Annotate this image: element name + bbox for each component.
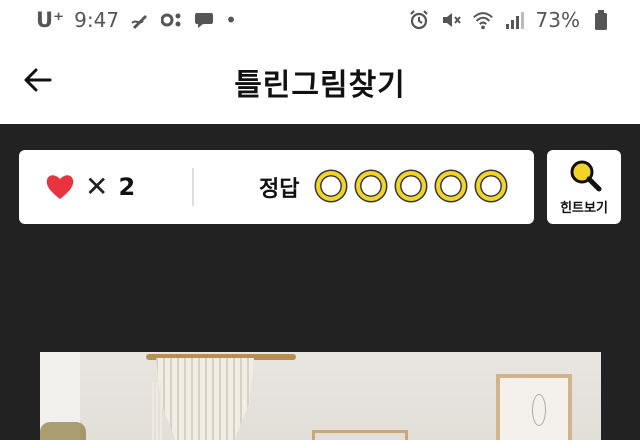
signal-icon xyxy=(504,9,526,31)
plant-shape xyxy=(40,422,86,440)
chat-notification-icon xyxy=(193,9,215,31)
game-area: ✕ 2 정답 힌트보기 xyxy=(0,124,640,440)
battery-icon xyxy=(590,9,612,31)
carrier-label: U⁺ xyxy=(36,8,65,32)
heart-icon xyxy=(46,174,74,199)
macrame-hanging xyxy=(156,358,254,440)
answer-slot-4 xyxy=(436,171,466,201)
more-notifications-dot: • xyxy=(225,8,237,32)
battery-percent: 73% xyxy=(535,8,580,32)
lives-count: 2 xyxy=(118,172,136,201)
page-title: 틀린그림찾기 xyxy=(234,68,406,103)
leaf-drawing xyxy=(532,394,546,426)
answer-slot-1 xyxy=(316,171,346,201)
leaf-picture-frame xyxy=(496,374,572,440)
link-notification-icon xyxy=(161,9,183,31)
times-symbol: ✕ xyxy=(85,170,109,203)
status-bar: U⁺ 9:47 • 73% xyxy=(0,0,640,40)
puzzle-image[interactable] xyxy=(40,352,601,440)
score-panel: ✕ 2 정답 xyxy=(19,150,534,224)
wifi-icon xyxy=(472,9,494,31)
macrame-fringe xyxy=(152,382,162,440)
answer-label: 정답 xyxy=(259,177,300,202)
answer-slot-5 xyxy=(476,171,506,201)
magnifier-icon xyxy=(570,160,602,192)
lives-indicator: ✕ 2 xyxy=(45,170,135,203)
panel-divider xyxy=(192,168,194,206)
app-bar: 틀린그림찾기 xyxy=(0,40,640,124)
answer-slot-3 xyxy=(396,171,426,201)
pen-notification-icon xyxy=(129,9,151,31)
answer-slot-2 xyxy=(356,171,386,201)
time-label: 9:47 xyxy=(74,8,120,32)
hint-label: 힌트보기 xyxy=(560,201,608,216)
hint-button[interactable]: 힌트보기 xyxy=(547,150,621,224)
answer-slots xyxy=(316,171,506,201)
small-frame xyxy=(312,430,408,440)
alarm-icon xyxy=(408,9,430,31)
mute-icon xyxy=(440,9,462,31)
